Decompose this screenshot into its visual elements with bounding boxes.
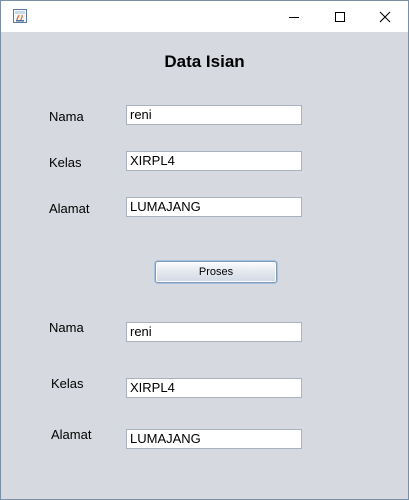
- output-alamat-field[interactable]: LUMAJANG: [126, 429, 302, 449]
- maximize-icon: [335, 11, 345, 22]
- maximize-button[interactable]: [317, 1, 363, 32]
- alamat-label: Alamat: [49, 201, 90, 216]
- output-kelas-label: Kelas: [51, 376, 84, 391]
- output-kelas-field[interactable]: XIRPL4: [126, 378, 302, 398]
- close-button[interactable]: [362, 1, 408, 32]
- form-title: Data Isian: [164, 52, 245, 71]
- minimize-icon: [289, 16, 299, 18]
- kelas-label: Kelas: [49, 155, 82, 170]
- nama-label: Nama: [49, 109, 84, 124]
- proses-button[interactable]: Proses: [155, 261, 277, 283]
- app-window: Data Isian Nama reni Kelas XIRPL4 Alamat…: [0, 0, 409, 500]
- output-nama-field[interactable]: reni: [126, 322, 302, 342]
- output-nama-label: Nama: [49, 320, 84, 335]
- alamat-input[interactable]: LUMAJANG: [126, 197, 302, 217]
- java-app-icon: [13, 9, 27, 23]
- close-icon: [379, 11, 391, 22]
- kelas-input[interactable]: XIRPL4: [126, 151, 302, 171]
- nama-input[interactable]: reni: [126, 105, 302, 125]
- title-bar[interactable]: [1, 1, 408, 32]
- output-alamat-label: Alamat: [51, 427, 92, 442]
- minimize-button[interactable]: [271, 1, 317, 32]
